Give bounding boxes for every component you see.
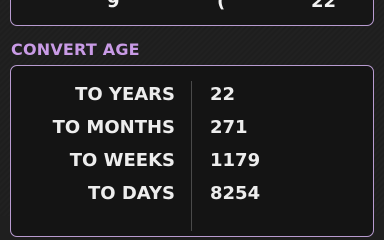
- convert-age-card: TO YEARS 22 TO MONTHS 271 TO WEEKS 1179 …: [10, 65, 374, 237]
- convert-row-years: TO YEARS 22: [11, 82, 373, 108]
- months-label: TO MONTHS: [52, 117, 175, 138]
- years-label: TO YEARS: [75, 84, 175, 105]
- age-result-card: 9 ( 22: [10, 0, 374, 26]
- convert-row-days: TO DAYS 8254: [11, 181, 373, 207]
- convert-age-title: CONVERT AGE: [11, 40, 140, 59]
- months-value: 271: [210, 117, 248, 138]
- weeks-value: 1179: [210, 150, 261, 171]
- years-value: 22: [210, 84, 236, 105]
- convert-row-weeks: TO WEEKS 1179: [11, 148, 373, 174]
- age-days-value: 22: [311, 0, 337, 12]
- weeks-label: TO WEEKS: [69, 150, 175, 171]
- days-label: TO DAYS: [88, 183, 175, 204]
- days-value: 8254: [210, 183, 261, 204]
- convert-row-months: TO MONTHS 271: [11, 115, 373, 141]
- age-months-value: (: [217, 0, 226, 12]
- age-years-value: 9: [107, 0, 120, 12]
